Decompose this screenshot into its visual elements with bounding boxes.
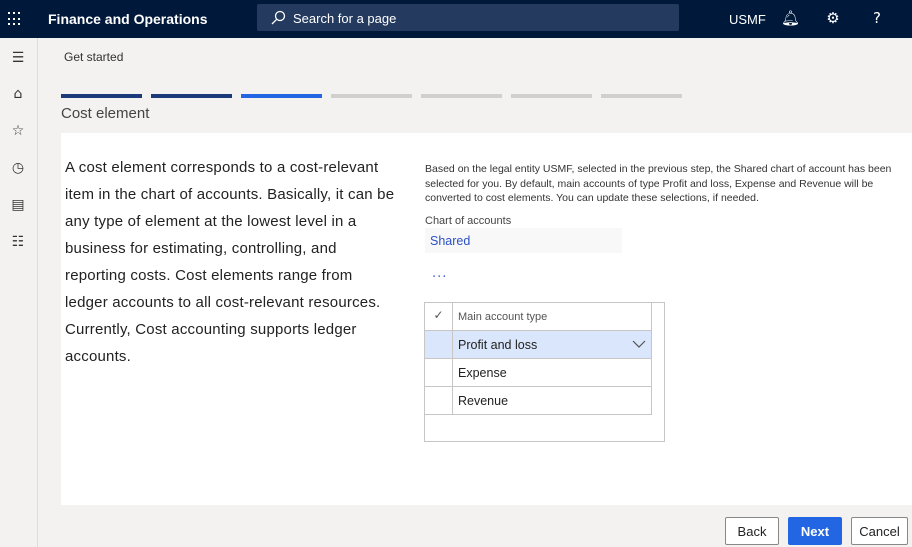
row-selector[interactable] xyxy=(425,331,453,358)
info-text: Based on the legal entity USMF, selected… xyxy=(425,163,892,204)
row-selector[interactable] xyxy=(425,359,453,386)
workspace-icon[interactable]: ▤ xyxy=(9,197,27,215)
gear-icon[interactable]: ⚙ xyxy=(824,9,842,27)
wizard-step-6 xyxy=(511,94,592,98)
column-header-main-account-type[interactable]: Main account type xyxy=(458,311,547,323)
breadcrumb[interactable]: Get started xyxy=(64,50,123,64)
top-bar: Finance and Operations Search for a page… xyxy=(0,0,912,38)
table-row[interactable]: Profit and loss xyxy=(425,331,652,359)
search-icon xyxy=(271,10,286,25)
row-selector[interactable] xyxy=(425,387,453,414)
list-icon[interactable]: ☷ xyxy=(9,234,27,252)
cell-main-account-type[interactable]: Profit and loss xyxy=(458,338,537,352)
wizard-step-4 xyxy=(331,94,412,98)
app-launcher-icon[interactable] xyxy=(8,12,22,26)
chart-of-accounts-field[interactable]: Shared xyxy=(425,228,622,253)
hamburger-icon[interactable]: ☰ xyxy=(9,50,27,68)
select-all-check-icon[interactable]: ✓ xyxy=(425,303,453,330)
wizard-step-3 xyxy=(241,94,322,98)
search-input[interactable]: Search for a page xyxy=(257,4,679,31)
step-card: A cost element corresponds to a cost-rel… xyxy=(61,133,912,505)
cell-main-account-type[interactable]: Expense xyxy=(458,366,507,380)
grid-divider xyxy=(651,303,652,415)
step-title: Cost element xyxy=(61,105,150,122)
table-row[interactable]: Revenue xyxy=(425,387,652,415)
cell-main-account-type[interactable]: Revenue xyxy=(458,394,508,408)
wizard-step-7 xyxy=(601,94,682,98)
account-type-grid: ✓ Main account type Profit and loss Expe… xyxy=(424,302,665,442)
bell-icon[interactable]: 🔔︎ xyxy=(781,9,800,27)
help-icon[interactable]: ? xyxy=(868,9,886,27)
wizard-progress xyxy=(61,94,682,98)
chevron-down-icon[interactable] xyxy=(632,340,646,348)
more-options-button[interactable]: ... xyxy=(432,266,447,281)
wizard-step-1 xyxy=(61,94,142,98)
sidebar: ☰ ⌂ ☆ ◷ ▤ ☷ xyxy=(0,38,38,547)
chart-of-accounts-label: Chart of accounts xyxy=(425,215,512,227)
wizard-step-2 xyxy=(151,94,232,98)
search-placeholder: Search for a page xyxy=(293,11,397,26)
wizard-step-5 xyxy=(421,94,502,98)
clock-icon[interactable]: ◷ xyxy=(9,160,27,178)
next-button[interactable]: Next xyxy=(788,517,842,545)
star-icon[interactable]: ☆ xyxy=(9,123,27,141)
grid-header: ✓ Main account type xyxy=(425,303,652,331)
table-row[interactable]: Expense xyxy=(425,359,652,387)
step-description: A cost element corresponds to a cost-rel… xyxy=(65,159,395,365)
home-icon[interactable]: ⌂ xyxy=(9,86,27,104)
app-title: Finance and Operations xyxy=(48,11,208,27)
company-picker[interactable]: USMF xyxy=(729,12,766,27)
back-button[interactable]: Back xyxy=(725,517,779,545)
cancel-button[interactable]: Cancel xyxy=(851,517,908,545)
